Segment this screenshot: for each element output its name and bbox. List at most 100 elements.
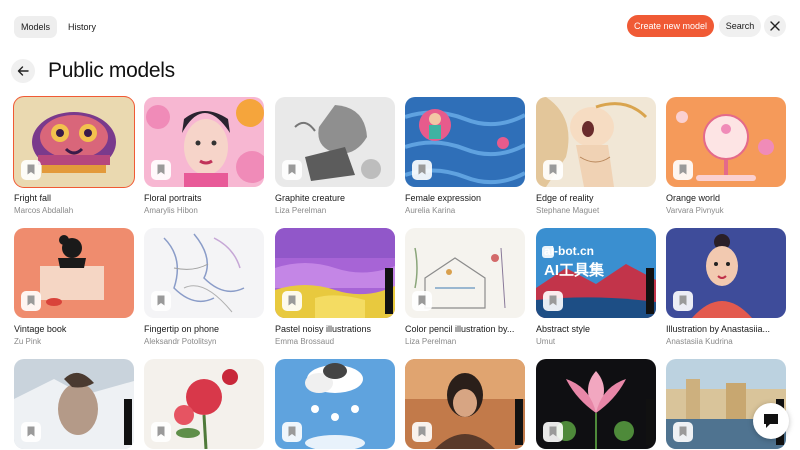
card-author: Aurelia Karina bbox=[405, 206, 456, 215]
chat-bubble-icon bbox=[764, 414, 778, 428]
bookmark-button[interactable] bbox=[412, 422, 432, 442]
bookmark-icon bbox=[679, 295, 687, 306]
model-card[interactable] bbox=[14, 359, 134, 449]
bookmark-icon bbox=[418, 295, 426, 306]
model-card[interactable]: Vintage book Zu Pink bbox=[14, 228, 134, 347]
model-thumbnail[interactable] bbox=[13, 96, 135, 188]
card-author: Emma Brossaud bbox=[275, 337, 335, 346]
bookmark-button[interactable] bbox=[282, 422, 302, 442]
search-button[interactable]: Search bbox=[719, 15, 761, 37]
model-card[interactable] bbox=[405, 359, 525, 449]
bookmark-icon bbox=[549, 164, 557, 175]
chat-button[interactable] bbox=[753, 403, 789, 439]
back-button[interactable] bbox=[11, 59, 35, 83]
model-card[interactable]: Edge of reality Stephane Maguet bbox=[536, 97, 656, 216]
card-title: Floral portraits bbox=[144, 193, 202, 203]
model-thumbnail[interactable] bbox=[275, 228, 395, 318]
top-bar: Models History Create new model Search bbox=[0, 0, 800, 52]
bookmark-button[interactable] bbox=[673, 160, 693, 180]
card-title: Illustration by Anastasiia... bbox=[666, 324, 771, 334]
model-thumbnail[interactable] bbox=[405, 359, 525, 449]
card-author: Umut bbox=[536, 337, 556, 346]
bookmark-icon bbox=[27, 426, 35, 437]
model-card[interactable]: Floral portraits Amarylis Hibon bbox=[144, 97, 264, 216]
bookmark-button[interactable] bbox=[412, 291, 432, 311]
bookmark-button[interactable] bbox=[673, 291, 693, 311]
model-thumbnail[interactable] bbox=[144, 359, 264, 449]
bookmark-button[interactable] bbox=[543, 160, 563, 180]
bookmark-button[interactable] bbox=[21, 291, 41, 311]
bookmark-button[interactable] bbox=[282, 160, 302, 180]
model-thumbnail[interactable] bbox=[536, 97, 656, 187]
model-card[interactable] bbox=[275, 359, 395, 449]
bookmark-icon bbox=[549, 426, 557, 437]
card-title: Graphite creature bbox=[275, 193, 346, 203]
model-thumbnail[interactable] bbox=[536, 359, 656, 449]
watermark-strip bbox=[646, 399, 654, 445]
card-author: Liza Perelman bbox=[275, 206, 327, 215]
bookmark-icon bbox=[27, 164, 35, 175]
bookmark-button[interactable] bbox=[412, 160, 432, 180]
bookmark-button[interactable] bbox=[282, 291, 302, 311]
bookmark-icon bbox=[288, 164, 296, 175]
model-card[interactable]: Female expression Aurelia Karina bbox=[405, 97, 525, 216]
bookmark-icon bbox=[288, 426, 296, 437]
bookmark-icon bbox=[157, 164, 165, 175]
card-author: Zu Pink bbox=[14, 337, 42, 346]
model-thumbnail[interactable] bbox=[405, 97, 525, 187]
model-thumbnail[interactable] bbox=[275, 359, 395, 449]
model-thumbnail[interactable] bbox=[14, 228, 134, 318]
model-card[interactable]: Orange world Varvara Pivnyuk bbox=[666, 97, 786, 216]
card-title: Female expression bbox=[405, 193, 482, 203]
bookmark-button[interactable] bbox=[21, 422, 41, 442]
watermark-strip bbox=[124, 399, 132, 445]
card-author: Varvara Pivnyuk bbox=[666, 206, 724, 215]
model-thumbnail[interactable] bbox=[144, 97, 264, 187]
model-card[interactable]: Pastel noisy illustrations Emma Brossaud bbox=[275, 228, 395, 347]
bookmark-icon bbox=[418, 164, 426, 175]
close-button[interactable] bbox=[764, 15, 786, 37]
site-watermark: ai-bot.cn AI工具集 bbox=[544, 244, 650, 280]
bookmark-icon bbox=[549, 295, 557, 306]
bookmark-button[interactable] bbox=[151, 160, 171, 180]
model-card[interactable]: Fright fall Marcos Abdallah bbox=[13, 96, 135, 216]
model-card[interactable]: Fingertip on phone Aleksandr Potolitsyn bbox=[144, 228, 264, 347]
bookmark-button[interactable] bbox=[673, 422, 693, 442]
page-title: Public models bbox=[48, 59, 175, 82]
bookmark-button[interactable] bbox=[151, 291, 171, 311]
tab-history[interactable]: History bbox=[61, 16, 103, 38]
model-thumbnail[interactable] bbox=[666, 228, 786, 318]
card-title: Fright fall bbox=[14, 193, 52, 203]
bookmark-button[interactable] bbox=[21, 160, 41, 180]
bookmark-icon bbox=[157, 426, 165, 437]
model-thumbnail[interactable] bbox=[666, 97, 786, 187]
tab-models[interactable]: Models bbox=[14, 16, 58, 38]
model-card[interactable]: Color pencil illustration by... Liza Per… bbox=[405, 228, 525, 347]
create-new-model-button[interactable]: Create new model bbox=[627, 15, 714, 37]
arrow-left-icon bbox=[17, 66, 29, 76]
close-icon bbox=[770, 21, 780, 31]
bookmark-icon bbox=[27, 295, 35, 306]
model-card[interactable]: Illustration by Anastasiia... Anastasiia… bbox=[666, 228, 786, 347]
bookmark-icon bbox=[418, 426, 426, 437]
watermark-brand: AI工具集 bbox=[544, 262, 605, 279]
watermark-strip bbox=[385, 268, 393, 314]
card-title: Pastel noisy illustrations bbox=[275, 324, 372, 334]
model-thumbnail[interactable] bbox=[405, 228, 525, 318]
bookmark-icon bbox=[679, 426, 687, 437]
card-author: Anastasiia Kudrina bbox=[666, 337, 733, 346]
model-thumbnail[interactable] bbox=[14, 359, 134, 449]
card-title: Vintage book bbox=[14, 324, 67, 334]
model-card[interactable] bbox=[536, 359, 656, 449]
watermark-domain: ai-bot.cn bbox=[544, 244, 594, 258]
model-thumbnail[interactable] bbox=[275, 97, 395, 187]
bookmark-button[interactable] bbox=[543, 291, 563, 311]
model-thumbnail[interactable] bbox=[144, 228, 264, 318]
model-card[interactable]: Graphite creature Liza Perelman bbox=[275, 97, 395, 216]
model-card[interactable] bbox=[144, 359, 264, 449]
bookmark-icon bbox=[288, 295, 296, 306]
card-author: Stephane Maguet bbox=[536, 206, 600, 215]
bookmark-icon bbox=[679, 164, 687, 175]
bookmark-button[interactable] bbox=[151, 422, 171, 442]
bookmark-button[interactable] bbox=[543, 422, 563, 442]
